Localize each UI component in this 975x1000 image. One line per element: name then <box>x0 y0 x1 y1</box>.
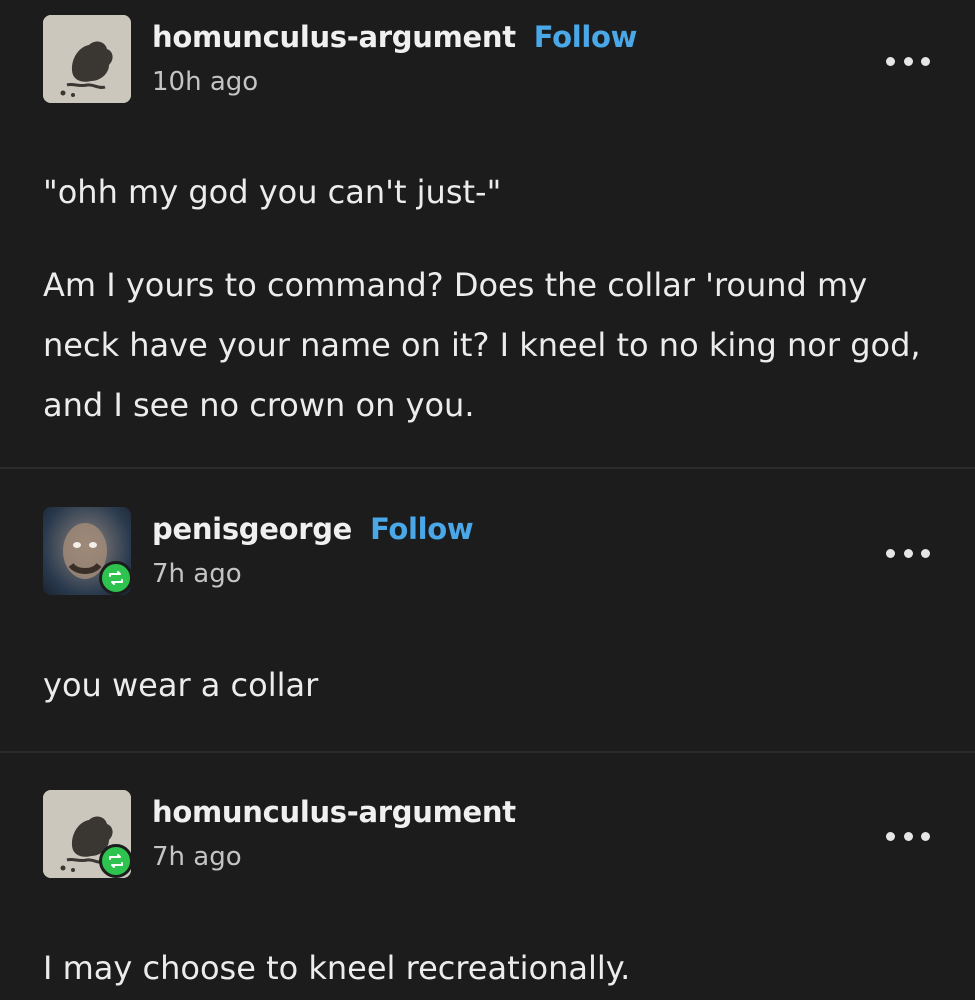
post: homunculus-argument 7h ago I may choose … <box>0 752 975 1000</box>
post-header: homunculus-argument Follow 10h ago <box>43 15 943 103</box>
follow-button[interactable]: Follow <box>370 512 474 546</box>
post-paragraph: Am I yours to command? Does the collar '… <box>43 266 921 424</box>
timestamp: 7h ago <box>152 842 242 872</box>
username[interactable]: penisgeorge <box>152 512 352 546</box>
timestamp: 10h ago <box>152 67 259 97</box>
more-options-icon[interactable] <box>886 828 930 844</box>
follow-button[interactable]: Follow <box>534 20 638 54</box>
username-row: homunculus-argument Follow <box>152 20 637 54</box>
post-body: you wear a collar <box>43 656 923 714</box>
reblog-icon <box>99 561 133 595</box>
post-body: I may choose to kneel recreationally. <box>43 939 923 997</box>
more-options-icon[interactable] <box>886 53 930 69</box>
post-paragraph: "ohh my god you can't just-" <box>43 173 502 211</box>
username[interactable]: homunculus-argument <box>152 795 516 829</box>
post-body: "ohh my god you can't just-" Am I yours … <box>43 163 923 435</box>
post-paragraph: I may choose to kneel recreationally. <box>43 949 631 987</box>
username-row: penisgeorge Follow <box>152 512 474 546</box>
post: penisgeorge Follow 7h ago you wear a coll… <box>0 469 975 751</box>
post: homunculus-argument Follow 10h ago "ohh m… <box>0 0 975 468</box>
sketch-avatar-icon <box>43 15 131 103</box>
reblog-icon <box>99 844 133 878</box>
more-options-icon[interactable] <box>886 545 930 561</box>
timestamp: 7h ago <box>152 559 242 589</box>
post-paragraph: you wear a collar <box>43 666 319 704</box>
post-header: penisgeorge Follow 7h ago <box>43 507 943 595</box>
username-row: homunculus-argument <box>152 795 516 829</box>
avatar[interactable] <box>43 15 131 103</box>
post-header: homunculus-argument 7h ago <box>43 790 943 878</box>
username[interactable]: homunculus-argument <box>152 20 516 54</box>
